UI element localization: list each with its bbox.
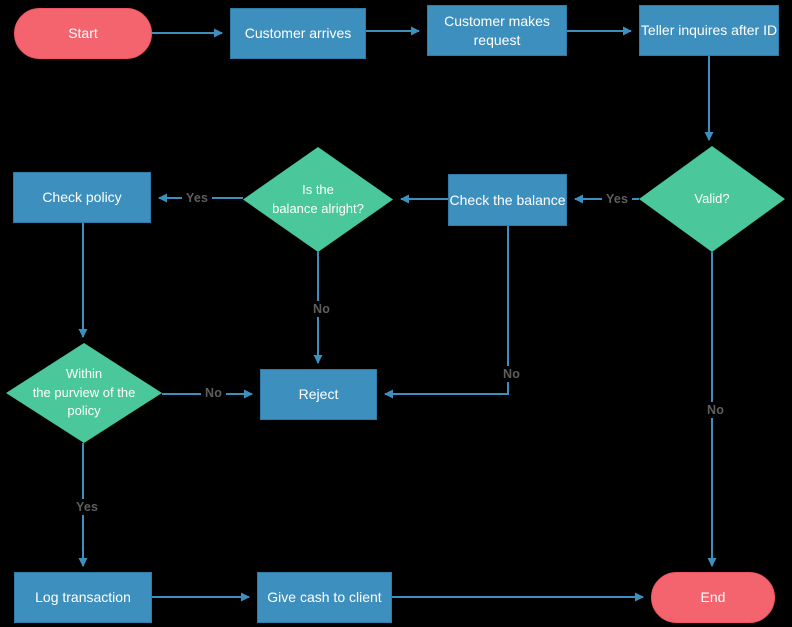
flowchart-connectors: Check the balance --> End --> Reject -->… (78, 26, 717, 602)
node-log-transaction-label: Log transaction (35, 589, 131, 606)
node-customer-arrives-label: Customer arrives (244, 25, 352, 42)
node-within-purview-decision[interactable]: Within the purview of the policy (6, 343, 162, 443)
edge-label-check-balance-no: No (499, 366, 525, 382)
node-reject-label: Reject (298, 386, 339, 403)
node-give-cash-to-client-label: Give cash to client (267, 589, 382, 606)
node-teller-inquires-after-id[interactable]: Teller inquires after ID (639, 5, 779, 56)
node-reject[interactable]: Reject (260, 369, 377, 420)
node-customer-makes-request[interactable]: Customer makes request (427, 5, 567, 56)
node-valid-decision[interactable]: Valid? (639, 146, 785, 252)
node-start-label: Start (68, 25, 98, 42)
node-check-policy[interactable]: Check policy (13, 172, 151, 223)
node-log-transaction[interactable]: Log transaction (14, 572, 152, 623)
edge-label-valid-no: No (703, 402, 729, 418)
node-check-policy-label: Check policy (42, 189, 122, 206)
node-check-the-balance[interactable]: Check the balance (448, 174, 567, 226)
node-customer-arrives[interactable]: Customer arrives (230, 8, 366, 59)
node-end-label: End (700, 589, 726, 606)
edge-label-purview-no: No (201, 385, 227, 401)
edge-label-purview-yes: Yes (72, 499, 103, 515)
node-give-cash-to-client[interactable]: Give cash to client (257, 572, 392, 623)
node-balance-alright-decision[interactable]: Is the balance alright? (243, 147, 393, 252)
node-start[interactable]: Start (14, 8, 152, 59)
node-end[interactable]: End (651, 572, 775, 623)
edge-checkbalance-no-to-reject (384, 226, 509, 399)
edge-label-balance-yes: Yes (182, 190, 213, 206)
edge-label-valid-yes: Yes (602, 191, 633, 207)
edge-label-balance-no: No (309, 301, 335, 317)
node-customer-makes-request-label: Customer makes request (444, 12, 550, 48)
node-teller-inquires-after-id-label: Teller inquires after ID (640, 22, 778, 39)
flowchart-canvas: Check the balance --> End --> Reject -->… (0, 0, 792, 627)
node-check-the-balance-label: Check the balance (449, 191, 566, 208)
